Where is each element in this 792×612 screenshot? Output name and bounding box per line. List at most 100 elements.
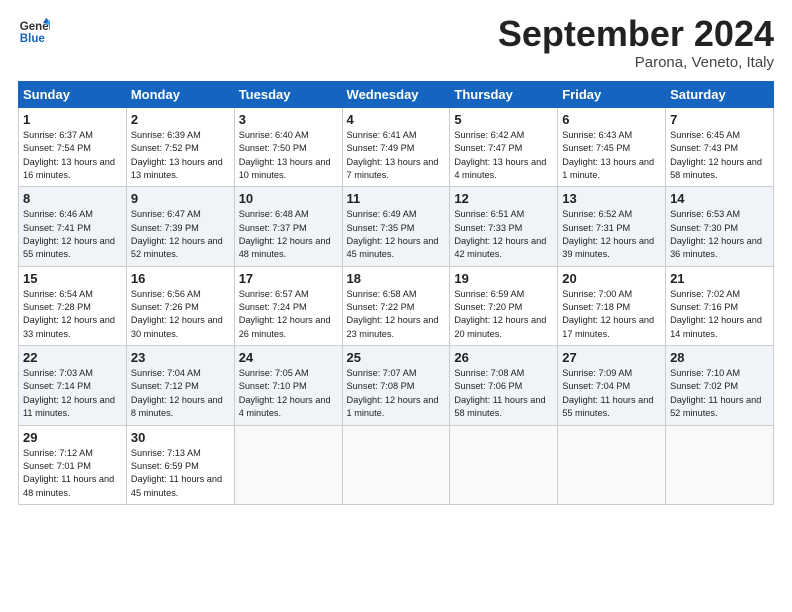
calendar-week-5: 29 Sunrise: 7:12 AM Sunset: 7:01 PM Dayli… [19,425,774,504]
weekday-header-friday: Friday [558,82,666,108]
calendar-cell: 14 Sunrise: 6:53 AM Sunset: 7:30 PM Dayli… [666,187,774,266]
day-info: Sunrise: 6:45 AM Sunset: 7:43 PM Dayligh… [670,129,769,182]
day-number: 14 [670,191,769,206]
calendar-cell: 2 Sunrise: 6:39 AM Sunset: 7:52 PM Daylig… [126,108,234,187]
day-info: Sunrise: 6:58 AM Sunset: 7:22 PM Dayligh… [347,288,446,341]
day-info: Sunrise: 7:13 AM Sunset: 6:59 PM Dayligh… [131,447,230,500]
day-number: 12 [454,191,553,206]
calendar-cell [450,425,558,504]
day-info: Sunrise: 7:00 AM Sunset: 7:18 PM Dayligh… [562,288,661,341]
calendar-cell: 16 Sunrise: 6:56 AM Sunset: 7:26 PM Dayli… [126,266,234,345]
calendar-cell: 23Sunrise: 7:04 AM Sunset: 7:12 PM Dayli… [126,346,234,425]
day-info: Sunrise: 6:46 AM Sunset: 7:41 PM Dayligh… [23,208,122,261]
calendar-cell: 3 Sunrise: 6:40 AM Sunset: 7:50 PM Daylig… [234,108,342,187]
day-number: 16 [131,271,230,286]
header: General Blue September 2024 Parona, Vene… [18,16,774,71]
logo-icon: General Blue [18,16,50,48]
day-info: Sunrise: 7:12 AM Sunset: 7:01 PM Dayligh… [23,447,122,500]
day-info: Sunrise: 6:54 AM Sunset: 7:28 PM Dayligh… [23,288,122,341]
calendar-cell: 5Sunrise: 6:42 AM Sunset: 7:47 PM Daylig… [450,108,558,187]
calendar-cell: 20 Sunrise: 7:00 AM Sunset: 7:18 PM Dayli… [558,266,666,345]
day-info: Sunrise: 6:39 AM Sunset: 7:52 PM Dayligh… [131,129,230,182]
calendar-cell: 22Sunrise: 7:03 AM Sunset: 7:14 PM Dayli… [19,346,127,425]
svg-text:Blue: Blue [20,33,46,45]
day-number: 27 [562,350,661,365]
day-number: 7 [670,112,769,127]
calendar-week-4: 22Sunrise: 7:03 AM Sunset: 7:14 PM Dayli… [19,346,774,425]
calendar-cell [234,425,342,504]
day-info: Sunrise: 7:10 AM Sunset: 7:02 PM Dayligh… [670,367,769,420]
calendar-cell: 21 Sunrise: 7:02 AM Sunset: 7:16 PM Dayli… [666,266,774,345]
calendar-week-2: 8Sunrise: 6:46 AM Sunset: 7:41 PM Daylig… [19,187,774,266]
day-number: 23 [131,350,230,365]
weekday-header-wednesday: Wednesday [342,82,450,108]
day-number: 5 [454,112,553,127]
weekday-header-row: SundayMondayTuesdayWednesdayThursdayFrid… [19,82,774,108]
day-number: 1 [23,112,122,127]
day-info: Sunrise: 6:52 AM Sunset: 7:31 PM Dayligh… [562,208,661,261]
day-info: Sunrise: 6:49 AM Sunset: 7:35 PM Dayligh… [347,208,446,261]
calendar-table: SundayMondayTuesdayWednesdayThursdayFrid… [18,81,774,505]
day-info: Sunrise: 7:03 AM Sunset: 7:14 PM Dayligh… [23,367,122,420]
calendar-week-3: 15 Sunrise: 6:54 AM Sunset: 7:28 PM Dayli… [19,266,774,345]
calendar-cell: 11Sunrise: 6:49 AM Sunset: 7:35 PM Dayli… [342,187,450,266]
logo: General Blue [18,16,50,48]
calendar-cell: 6Sunrise: 6:43 AM Sunset: 7:45 PM Daylig… [558,108,666,187]
calendar-cell: 12Sunrise: 6:51 AM Sunset: 7:33 PM Dayli… [450,187,558,266]
day-number: 15 [23,271,122,286]
day-number: 30 [131,430,230,445]
calendar-cell: 13 Sunrise: 6:52 AM Sunset: 7:31 PM Dayli… [558,187,666,266]
day-number: 3 [239,112,338,127]
day-info: Sunrise: 7:02 AM Sunset: 7:16 PM Dayligh… [670,288,769,341]
calendar-cell: 10 Sunrise: 6:48 AM Sunset: 7:37 PM Dayli… [234,187,342,266]
day-info: Sunrise: 6:48 AM Sunset: 7:37 PM Dayligh… [239,208,338,261]
day-number: 4 [347,112,446,127]
day-info: Sunrise: 6:41 AM Sunset: 7:49 PM Dayligh… [347,129,446,182]
location-subtitle: Parona, Veneto, Italy [498,54,774,71]
calendar-page: General Blue September 2024 Parona, Vene… [0,0,792,612]
day-info: Sunrise: 6:56 AM Sunset: 7:26 PM Dayligh… [131,288,230,341]
calendar-cell: 17Sunrise: 6:57 AM Sunset: 7:24 PM Dayli… [234,266,342,345]
calendar-cell: 1 Sunrise: 6:37 AM Sunset: 7:54 PM Daylig… [19,108,127,187]
calendar-cell: 9Sunrise: 6:47 AM Sunset: 7:39 PM Daylig… [126,187,234,266]
month-title: September 2024 [498,16,774,52]
day-info: Sunrise: 7:09 AM Sunset: 7:04 PM Dayligh… [562,367,661,420]
calendar-cell: 4 Sunrise: 6:41 AM Sunset: 7:49 PM Daylig… [342,108,450,187]
calendar-cell [666,425,774,504]
day-number: 21 [670,271,769,286]
calendar-body: 1 Sunrise: 6:37 AM Sunset: 7:54 PM Daylig… [19,108,774,505]
weekday-header-sunday: Sunday [19,82,127,108]
day-number: 20 [562,271,661,286]
weekday-header-saturday: Saturday [666,82,774,108]
day-number: 28 [670,350,769,365]
day-number: 29 [23,430,122,445]
day-number: 2 [131,112,230,127]
calendar-cell: 19 Sunrise: 6:59 AM Sunset: 7:20 PM Dayli… [450,266,558,345]
calendar-cell: 24 Sunrise: 7:05 AM Sunset: 7:10 PM Dayli… [234,346,342,425]
day-info: Sunrise: 7:07 AM Sunset: 7:08 PM Dayligh… [347,367,446,420]
weekday-header-tuesday: Tuesday [234,82,342,108]
calendar-week-1: 1 Sunrise: 6:37 AM Sunset: 7:54 PM Daylig… [19,108,774,187]
day-number: 10 [239,191,338,206]
weekday-header-monday: Monday [126,82,234,108]
day-number: 17 [239,271,338,286]
calendar-cell: 28 Sunrise: 7:10 AM Sunset: 7:02 PM Dayli… [666,346,774,425]
calendar-cell: 30 Sunrise: 7:13 AM Sunset: 6:59 PM Dayli… [126,425,234,504]
day-info: Sunrise: 6:59 AM Sunset: 7:20 PM Dayligh… [454,288,553,341]
calendar-cell [342,425,450,504]
calendar-cell: 18Sunrise: 6:58 AM Sunset: 7:22 PM Dayli… [342,266,450,345]
day-info: Sunrise: 7:05 AM Sunset: 7:10 PM Dayligh… [239,367,338,420]
day-info: Sunrise: 6:40 AM Sunset: 7:50 PM Dayligh… [239,129,338,182]
day-info: Sunrise: 6:53 AM Sunset: 7:30 PM Dayligh… [670,208,769,261]
day-number: 24 [239,350,338,365]
day-number: 19 [454,271,553,286]
day-number: 9 [131,191,230,206]
day-info: Sunrise: 6:37 AM Sunset: 7:54 PM Dayligh… [23,129,122,182]
calendar-cell: 29 Sunrise: 7:12 AM Sunset: 7:01 PM Dayli… [19,425,127,504]
calendar-cell: 8Sunrise: 6:46 AM Sunset: 7:41 PM Daylig… [19,187,127,266]
calendar-cell: 15 Sunrise: 6:54 AM Sunset: 7:28 PM Dayli… [19,266,127,345]
day-info: Sunrise: 6:43 AM Sunset: 7:45 PM Dayligh… [562,129,661,182]
calendar-cell: 27 Sunrise: 7:09 AM Sunset: 7:04 PM Dayli… [558,346,666,425]
calendar-cell [558,425,666,504]
day-number: 13 [562,191,661,206]
